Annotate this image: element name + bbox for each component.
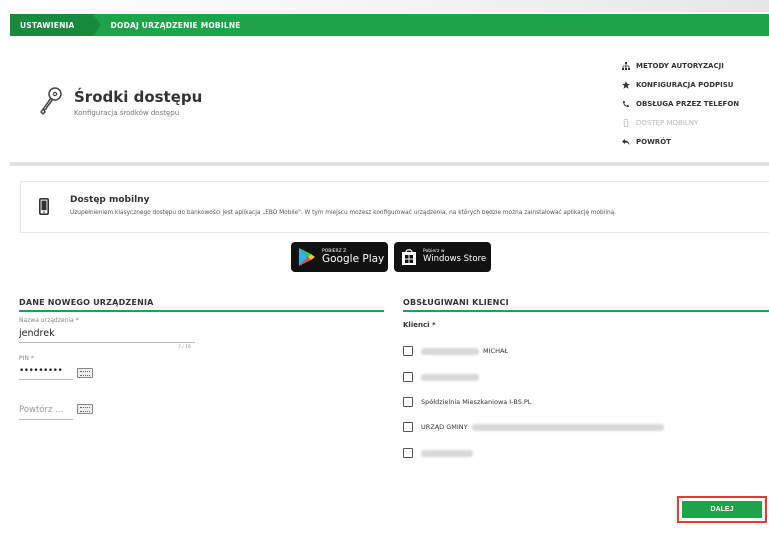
- section-divider: [10, 162, 769, 166]
- client-checkbox-row[interactable]: URZĄD GMINY: [403, 422, 664, 432]
- windows-store-icon: [402, 249, 416, 265]
- client-checkbox[interactable]: [403, 372, 413, 382]
- client-checkbox-row[interactable]: [403, 372, 479, 382]
- menu-item-label: KONFIGURACJA PODPISU: [636, 80, 734, 89]
- top-strip: [0, 0, 769, 12]
- menu-item-label: POWRÓT: [636, 137, 671, 146]
- menu-item-label: METODY AUTORYZACJI: [636, 61, 724, 70]
- device-name-input[interactable]: jendrek: [19, 328, 55, 339]
- pin-label: PIN *: [19, 355, 34, 362]
- google-play-badge[interactable]: POBIERZ Z Google Play: [291, 242, 388, 272]
- star-icon: [622, 80, 630, 89]
- sitemap-icon: [622, 61, 630, 70]
- menu-item-mobile-access: DOSTĘP MOBILNY: [622, 113, 739, 132]
- page-subtitle: Konfiguracja środków dostępu: [74, 109, 180, 117]
- device-name-underline: [19, 342, 195, 343]
- menu-item-signature-config[interactable]: KONFIGURACJA PODPISU: [622, 75, 739, 94]
- back-arrow-icon: [622, 138, 630, 146]
- clients-section-title: OBSŁUGIWANI KLIENCI: [403, 298, 509, 307]
- pin-underline: [19, 379, 73, 380]
- menu-item-back[interactable]: POWRÓT: [622, 132, 739, 151]
- client-checkbox[interactable]: [403, 422, 413, 432]
- redacted-text: [421, 373, 479, 381]
- mobile-phone-icon: [39, 198, 49, 215]
- client-checkbox[interactable]: [403, 397, 413, 407]
- client-name: MICHAŁ: [483, 347, 509, 355]
- page-title: Środki dostępu: [74, 88, 203, 106]
- client-name: Spółdzielnia Mieszkaniowa I-BS.PL: [421, 398, 532, 406]
- side-menu: METODY AUTORYZACJI KONFIGURACJA PODPISU …: [622, 56, 739, 151]
- menu-item-label: OBSŁUGA PRZEZ TELEFON: [636, 99, 740, 108]
- keyboard-icon[interactable]: [77, 404, 93, 414]
- repeat-pin-input[interactable]: Powtórz ...: [19, 405, 63, 415]
- mobile-access-info: Dostęp mobilny Uzupełnieniem klasycznego…: [20, 181, 769, 233]
- breadcrumb: USTAWIENIA DODAJ URZĄDZENIE MOBILNE: [10, 14, 769, 36]
- client-checkbox-row[interactable]: Spółdzielnia Mieszkaniowa I-BS.PL: [403, 397, 531, 407]
- client-checkbox-row[interactable]: MICHAŁ: [403, 346, 508, 356]
- key-icon: [40, 87, 62, 115]
- info-title: Dostęp mobilny: [70, 195, 150, 205]
- page-header: Środki dostępu Konfiguracja środków dost…: [10, 38, 769, 162]
- windows-store-badge[interactable]: Pobierz w Windows Store: [394, 242, 491, 272]
- redacted-text: [421, 347, 479, 355]
- google-play-icon: [299, 248, 315, 266]
- menu-item-phone-service[interactable]: OBSŁUGA PRZEZ TELEFON: [622, 94, 739, 113]
- new-device-section-line: [19, 310, 384, 312]
- breadcrumb-item-settings[interactable]: USTAWIENIA: [10, 14, 101, 36]
- redacted-text: [471, 423, 664, 431]
- client-checkbox[interactable]: [403, 448, 413, 458]
- client-checkbox-row[interactable]: [403, 448, 473, 458]
- breadcrumb-item-add-device: DODAJ URZĄDZENIE MOBILNE: [110, 20, 241, 30]
- repeat-pin-underline: [19, 419, 73, 420]
- clients-section-line: [403, 310, 769, 312]
- windows-store-text: Windows Store: [423, 254, 487, 264]
- keyboard-icon[interactable]: [77, 368, 93, 378]
- phone-icon: [622, 100, 630, 108]
- device-name-label: Nazwa urządzenia *: [19, 317, 79, 324]
- next-button[interactable]: DALEJ: [682, 501, 762, 518]
- clients-label: Klienci *: [403, 321, 436, 329]
- info-text: Uzupełnieniem klasycznego dostępu do ban…: [70, 210, 617, 216]
- menu-item-label: DOSTĘP MOBILNY: [636, 118, 699, 127]
- mobile-icon: [622, 118, 630, 127]
- google-play-text: Google Play: [322, 253, 385, 265]
- pin-input[interactable]: •••••••••: [19, 366, 63, 376]
- client-name: URZĄD GMINY: [421, 423, 468, 431]
- new-device-section-title: DANE NOWEGO URZĄDZENIA: [19, 298, 154, 307]
- menu-item-auth-methods[interactable]: METODY AUTORYZACJI: [622, 56, 739, 75]
- client-checkbox[interactable]: [403, 346, 413, 356]
- redacted-text: [421, 449, 473, 457]
- next-button-highlight: DALEJ: [677, 496, 767, 523]
- device-name-counter: 7 / 16: [178, 345, 191, 350]
